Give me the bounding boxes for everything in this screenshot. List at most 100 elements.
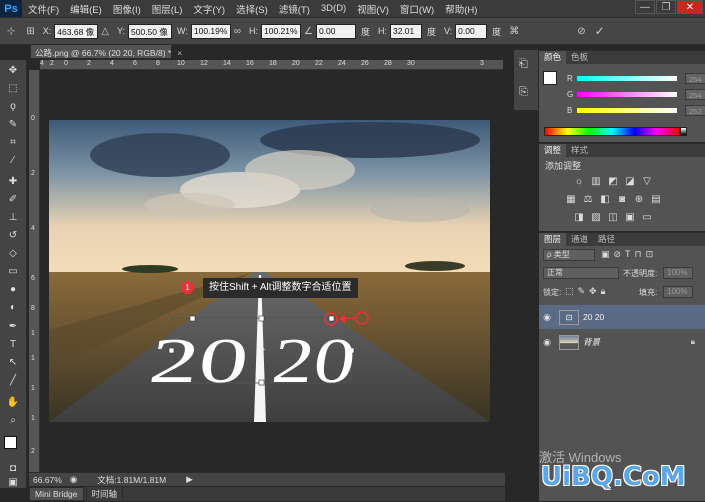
fill-field[interactable]: 100% — [663, 286, 693, 298]
dodge-tool-icon[interactable]: ◐ — [3, 299, 23, 315]
gradient-map-icon[interactable]: ▭ — [641, 212, 653, 223]
reference-point-icon[interactable]: ⊞ — [26, 26, 34, 37]
slider-g-bar[interactable] — [577, 91, 677, 97]
line-tool-icon[interactable]: ╱ — [3, 372, 23, 388]
clone-stamp-tool-icon[interactable]: ⊥ — [3, 209, 23, 225]
menu-select[interactable]: 选择(S) — [236, 2, 268, 16]
quick-select-tool-icon[interactable]: ✎ — [3, 116, 23, 132]
tab-swatches[interactable]: 色板 — [566, 51, 593, 64]
threshold-icon[interactable]: ◫ — [607, 212, 619, 223]
lasso-tool-icon[interactable]: ϙ — [3, 98, 23, 114]
angle-field[interactable]: 0.00 — [315, 23, 356, 39]
type-tool-icon[interactable]: T — [3, 336, 23, 352]
invert-icon[interactable]: ◨ — [573, 212, 585, 223]
tab-paths[interactable]: 路径 — [593, 233, 620, 246]
healing-brush-tool-icon[interactable]: ✚ — [3, 173, 23, 189]
tab-mini-bridge[interactable]: Mini Bridge — [29, 487, 84, 501]
posterize-icon[interactable]: ▨ — [590, 212, 602, 223]
selective-color-icon[interactable]: ▣ — [624, 212, 636, 223]
visibility-eye-icon[interactable]: ◉ — [539, 337, 555, 348]
color-lookup-icon[interactable]: ▤ — [650, 194, 662, 205]
layer-filter-icons[interactable]: ▣⊘T⊓⊡ — [601, 249, 657, 260]
move-tool-icon[interactable]: ✥ — [3, 62, 23, 78]
eraser-tool-icon[interactable]: ◇ — [3, 245, 23, 261]
channel-r-value[interactable]: 254 — [685, 72, 705, 84]
blend-mode-select[interactable]: 正常 — [543, 267, 619, 279]
tab-channels[interactable]: 通道 — [566, 233, 593, 246]
menu-window[interactable]: 窗口(W) — [400, 2, 434, 16]
layer-name[interactable]: 背景 — [583, 336, 600, 348]
vibrance-icon[interactable]: ▽ — [641, 176, 653, 187]
menu-help[interactable]: 帮助(H) — [445, 2, 477, 16]
brightness-icon[interactable]: ☼ — [573, 176, 585, 187]
width-field[interactable]: 100.19% — [190, 23, 231, 39]
opacity-field[interactable]: 100% — [663, 267, 693, 279]
menu-file[interactable]: 文件(F) — [28, 2, 59, 16]
menu-edit[interactable]: 编辑(E) — [70, 2, 102, 16]
cancel-transform-icon[interactable]: ⊘ — [577, 26, 585, 37]
fg-color-chip[interactable] — [543, 71, 557, 85]
hue-saturation-icon[interactable]: ▦ — [565, 194, 577, 205]
levels-icon[interactable]: ▥ — [590, 176, 602, 187]
menu-image[interactable]: 图像(I) — [113, 2, 141, 16]
height-field[interactable]: 100.21% — [261, 23, 301, 39]
menu-layer[interactable]: 图层(L) — [152, 2, 183, 16]
menu-filter[interactable]: 滤镜(T) — [279, 2, 310, 16]
tab-layers[interactable]: 图层 — [539, 233, 567, 246]
properties-panel-icon[interactable]: ⎘ — [519, 86, 528, 99]
history-brush-tool-icon[interactable]: ↺ — [3, 227, 23, 243]
color-spectrum-bar[interactable] — [544, 127, 680, 136]
channel-b-value[interactable]: 252 — [685, 104, 705, 116]
path-select-tool-icon[interactable]: ↖ — [3, 354, 23, 370]
slider-r-bar[interactable] — [577, 75, 677, 81]
link-icon[interactable]: ∞ — [234, 26, 241, 37]
menu-type[interactable]: 文字(Y) — [193, 2, 225, 16]
channel-g-value[interactable]: 254 — [685, 88, 705, 100]
canvas-workspace[interactable]: ✧ 20 20 1 按住Shift + Alt调整数字合适位置 — [40, 70, 503, 472]
color-balance-icon[interactable]: ⚖ — [582, 194, 594, 205]
channel-mixer-icon[interactable]: ⊕ — [633, 194, 645, 205]
hand-tool-icon[interactable]: ✋ — [3, 394, 23, 410]
crop-tool-icon[interactable]: ⌗ — [3, 134, 23, 150]
marquee-tool-icon[interactable]: ⬚ — [3, 80, 23, 96]
status-info-icon[interactable]: ◉ — [70, 474, 77, 485]
document-canvas[interactable]: ✧ 20 20 — [40, 70, 503, 472]
curves-icon[interactable]: ◩ — [607, 176, 619, 187]
restore-button[interactable]: ❐ — [656, 0, 676, 14]
tab-color[interactable]: 颜色 — [539, 51, 567, 64]
pen-tool-icon[interactable]: ✒ — [3, 318, 23, 334]
minimize-button[interactable]: — — [635, 0, 655, 14]
zoom-level[interactable]: 66.67% — [33, 475, 62, 485]
layer-row-text[interactable]: ◉ ⊡ 20 20 — [539, 305, 705, 329]
commit-transform-icon[interactable]: ✓ — [595, 24, 605, 38]
layer-name[interactable]: 20 20 — [583, 312, 604, 322]
tab-styles[interactable]: 样式 — [566, 144, 593, 157]
blur-tool-icon[interactable]: ● — [3, 281, 23, 297]
visibility-eye-icon[interactable]: ◉ — [539, 312, 555, 323]
menu-view[interactable]: 视图(V) — [357, 2, 389, 16]
brush-tool-icon[interactable]: ✐ — [3, 191, 23, 207]
layer-kind-filter[interactable]: ρ 类型 — [543, 249, 595, 261]
gradient-tool-icon[interactable]: ▭ — [3, 263, 23, 279]
layer-row-background[interactable]: ◉ 背景 🔒︎ — [539, 330, 705, 354]
v-skew-field[interactable]: 0.00 — [455, 23, 488, 39]
document-tab[interactable]: 公路.png @ 66.7% (20 20, RGB/8) * × — [30, 44, 182, 59]
warp-icon[interactable]: ⌘ — [509, 26, 519, 37]
black-white-ramp[interactable] — [680, 127, 687, 136]
slider-r[interactable]: R 254 — [567, 72, 705, 84]
slider-b[interactable]: B 252 — [567, 104, 705, 116]
y-field[interactable]: 500.50 像 — [128, 23, 173, 39]
black-white-icon[interactable]: ◧ — [599, 194, 611, 205]
tab-adjustments[interactable]: 调整 — [539, 144, 567, 157]
close-document-icon[interactable]: × — [177, 48, 182, 58]
x-field[interactable]: 463.68 像 — [54, 23, 99, 39]
zoom-tool-icon[interactable]: ⌕ — [3, 412, 23, 428]
screen-mode-icon[interactable]: ▣ — [3, 474, 23, 490]
eyedropper-tool-icon[interactable]: ⁄ — [3, 152, 23, 168]
menu-3d[interactable]: 3D(D) — [321, 3, 346, 14]
close-button[interactable]: ✕ — [677, 0, 703, 14]
delta-icon[interactable]: △ — [101, 26, 109, 37]
status-arrow-icon[interactable]: ▶ — [186, 474, 193, 485]
photo-filter-icon[interactable]: ◙ — [616, 194, 628, 205]
tab-timeline[interactable]: 时间轴 — [85, 486, 124, 502]
